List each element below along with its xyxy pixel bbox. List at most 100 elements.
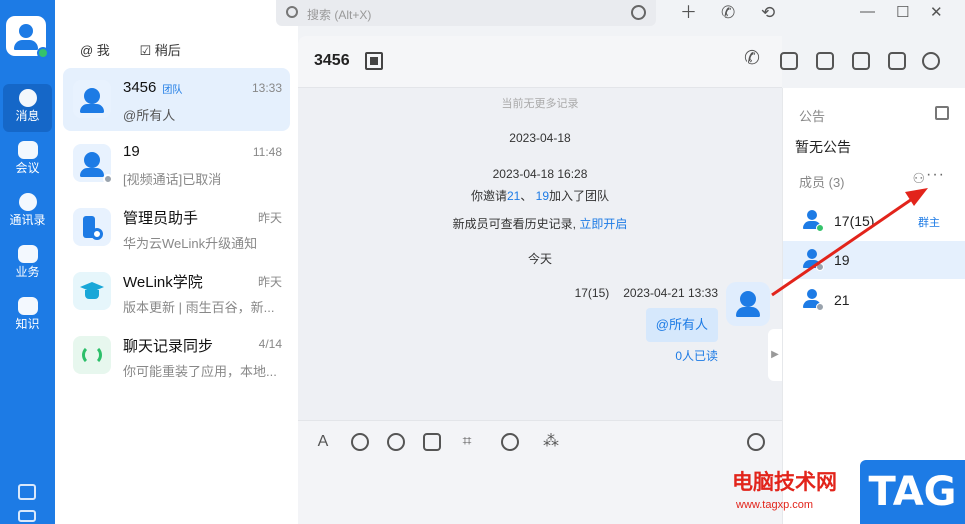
settings-icon[interactable] [922,52,940,70]
apps-icon [17,245,38,263]
chat-header: 3456 ✆ [298,36,940,88]
calendar-icon[interactable] [18,484,36,500]
offline-status-icon [816,263,824,271]
filter-later[interactable]: ☑ 稍后 [139,43,206,58]
file-icon[interactable] [423,433,441,451]
member-row[interactable]: 17(15) 群主 [783,202,965,240]
sent-time: 2023-04-21 13:33 [623,286,718,300]
chat-title: 3456 [314,52,350,69]
screenshot-icon[interactable]: ⌗ [458,433,476,451]
conversation-name: 19 [123,143,140,160]
sender-avatar[interactable] [726,282,770,326]
conversation-list: @ 我 ☑ 稍后 3456 团队 13:33 @所有人 19 11:48 [视频通… [55,0,298,524]
user-link[interactable]: 19 [536,189,549,203]
list-item[interactable]: 3456 团队 13:33 @所有人 [63,68,290,131]
announcement-title: 公告 [799,109,826,124]
history-icon[interactable] [631,5,646,20]
group-info-panel: 公告 暂无公告 成员 (3) ⚇ ··· 17(15) 群主 19 21 [782,88,965,524]
font-icon[interactable]: A [314,433,332,451]
emoji-icon[interactable] [351,433,369,451]
watermark-logo: TAG [860,460,965,524]
calendar-icon[interactable] [888,52,906,70]
book-icon [17,297,38,315]
no-more-records: 当前无更多记录 [501,98,579,110]
enable-history-link[interactable]: 立即开启 [579,217,627,231]
voice-to-text-icon[interactable] [501,433,519,451]
list-item[interactable]: 聊天记录同步 4/14 你可能重装了应用，本地... [63,324,290,387]
user-link[interactable]: 21 [507,189,520,203]
conversation-snippet: 华为云WeLink升级通知 [123,236,258,251]
conversation-time: 13:33 [251,81,282,95]
watermark-text: 电脑技术网 [732,471,837,494]
owner-badge: 群主 [918,217,940,229]
date-separator: 今天 [527,252,552,266]
member-name: 19 [834,252,850,268]
team-badge: 团队 [162,84,183,96]
list-item[interactable]: 管理员助手 昨天 华为云WeLink升级通知 [63,196,290,259]
video-call-icon[interactable] [780,52,798,70]
minimize-button[interactable]: — [860,3,875,20]
watermark-url: www.tagxp.com [736,499,814,511]
history-notice: 新成员可查看历史记录, 立即开启 [452,217,628,231]
video-icon [17,141,38,159]
member-row[interactable]: 21 [783,281,965,319]
filter-mention[interactable]: @ 我 [80,43,110,58]
sender-name: 17(15) [574,286,610,300]
box-icon[interactable] [18,510,36,522]
member-name: 21 [834,292,850,308]
message-bubble[interactable]: @所有人 [645,308,718,342]
folder-icon[interactable] [852,52,870,70]
date-separator: 2023-04-18 16:28 [492,167,588,181]
conversation-time: 昨天 [257,275,282,289]
conversation-snippet: @所有人 [123,108,176,123]
maximize-button[interactable]: ☐ [896,3,909,21]
group-avatar [73,80,111,118]
invite-notice: 你邀请21、 19加入了团队 [470,189,610,203]
composer[interactable]: A ⌗ ⁂ [298,420,782,524]
search-input[interactable]: 搜索 (Alt+X) [276,0,656,26]
nav-messages[interactable]: 消息 [3,84,52,132]
search-placeholder: 搜索 (Alt+X) [307,8,372,22]
conversation-time: 昨天 [257,211,282,225]
quick-reply-icon[interactable] [387,433,405,451]
mail-icon[interactable] [816,52,834,70]
list-item[interactable]: 19 11:48 [视频通话]已取消 [63,132,290,195]
add-icon[interactable]: ＋ [680,4,697,22]
message-icon [18,89,37,107]
contacts-icon [18,193,37,211]
phone-icon[interactable]: ✆ [744,49,760,68]
edit-icon[interactable] [935,106,949,120]
chat-panel: 3456 ✆ 当前无更多记录 2023-04-18 2023-04-18 16:… [298,36,940,524]
nav-knowledge[interactable]: 知识 [0,292,55,340]
announcement-text: 暂无公告 [795,139,851,155]
members-title: 成员 (3) [799,175,845,190]
conversation-time: 11:48 [252,145,282,159]
conversation-snippet: 你可能重装了应用，本地... [123,364,277,379]
chat-history-icon[interactable] [747,433,765,451]
group-tools-icon[interactable]: ⁂ [542,433,560,451]
conversation-snippet: 版本更新 | 雨生百谷，新... [123,300,275,315]
user-avatar[interactable] [6,16,49,59]
search-icon [286,6,298,18]
qr-code-icon[interactable] [365,52,383,70]
conversation-time: 4/14 [258,337,282,351]
list-item[interactable]: WeLink学院 昨天 版本更新 | 雨生百谷，新... [63,260,290,323]
conversation-name: 管理员助手 [123,210,199,227]
sync-icon [73,336,111,374]
close-button[interactable]: ✕ [930,3,943,21]
admin-assistant-icon [73,208,111,246]
message-meta: 17(15) 2023-04-21 13:33 [575,286,718,300]
user-avatar [73,144,113,184]
collapse-side-button[interactable]: ▶ [768,329,782,381]
nav-contacts[interactable]: 通讯录 [0,188,55,236]
nav-rail: 消息 会议 通讯录 业务 知识 [0,0,55,524]
more-icon[interactable]: ··· [926,166,945,184]
member-row[interactable]: 19 [783,241,965,279]
recent-icon[interactable]: ⟲ [761,4,775,22]
graduation-cap-icon [73,272,111,310]
read-status[interactable]: 0人已读 [675,347,718,364]
add-member-icon[interactable]: ⚇ [912,170,925,187]
call-log-icon[interactable]: ✆ [721,4,735,22]
nav-meetings[interactable]: 会议 [0,136,55,184]
nav-business[interactable]: 业务 [0,240,55,288]
